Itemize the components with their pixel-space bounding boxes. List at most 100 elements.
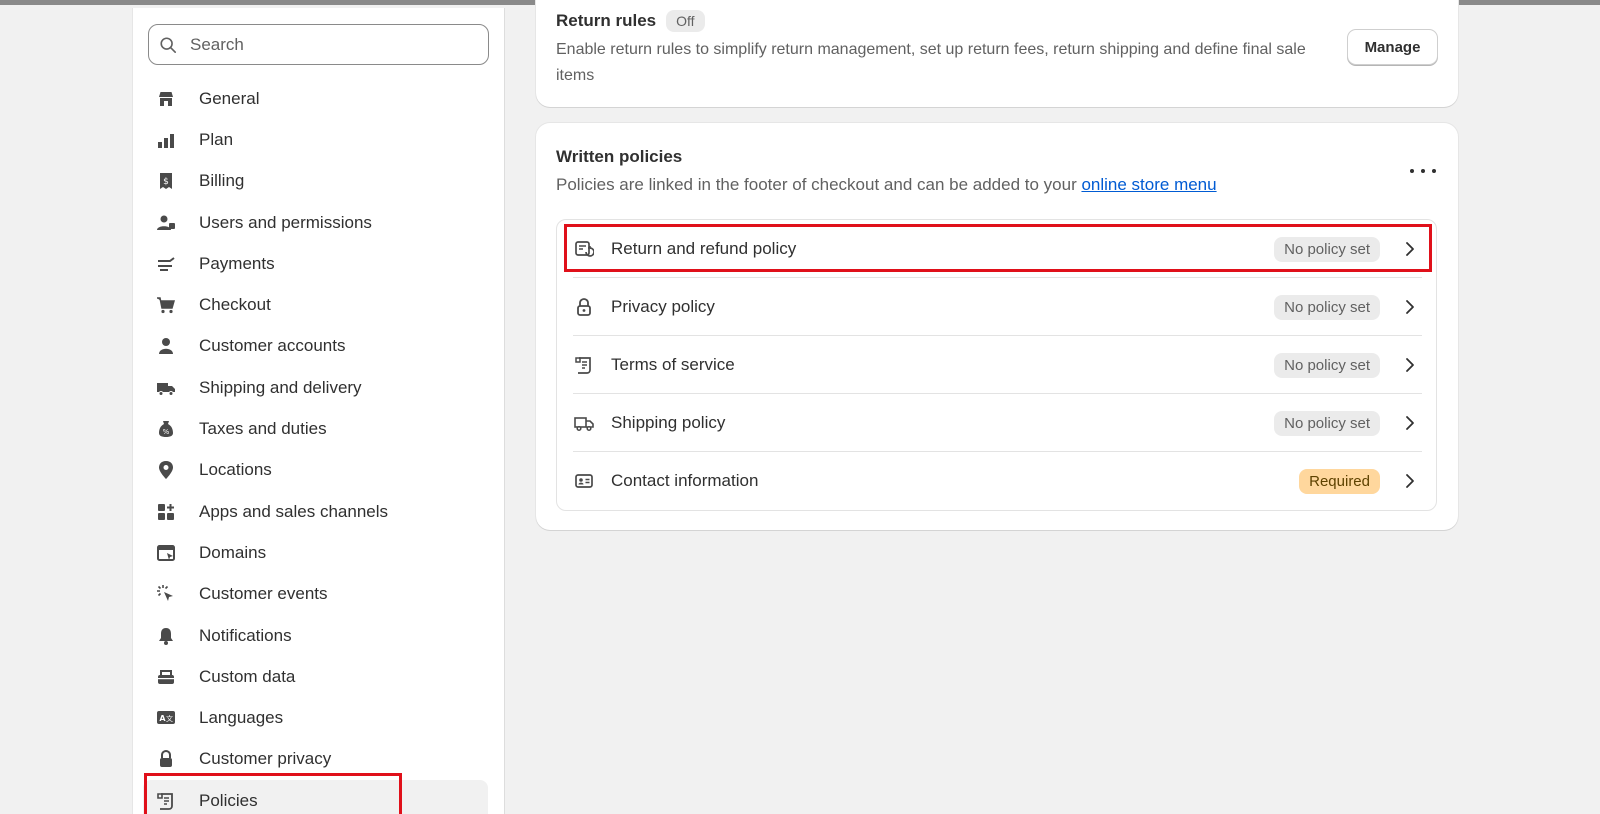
sidebar-item-custom-data[interactable]: Custom data (143, 656, 488, 697)
chevron-right-icon (1406, 358, 1414, 372)
sidebar-item-label: Customer events (199, 584, 328, 604)
return-icon (573, 238, 595, 260)
sidebar-item-policies[interactable]: Policies (143, 780, 488, 814)
contact-card-icon (573, 470, 595, 492)
return-rules-title-text: Return rules (556, 11, 657, 30)
policy-list: Return and refund policy No policy set P… (556, 219, 1437, 511)
online-store-menu-link[interactable]: online store menu (1081, 175, 1216, 194)
person-icon (155, 335, 177, 357)
sidebar-item-notifications[interactable]: Notifications (143, 615, 488, 656)
more-dot (1432, 169, 1436, 173)
users-icon (155, 212, 177, 234)
bell-icon (155, 625, 177, 647)
sidebar-item-label: General (199, 88, 260, 108)
return-rules-description: Enable return rules to simplify return m… (556, 41, 1306, 84)
language-icon: A文 (155, 707, 177, 729)
sidebar-item-users[interactable]: Users and permissions (143, 202, 488, 243)
policy-row-privacy[interactable]: Privacy policy No policy set (573, 278, 1422, 336)
status-badge: No policy set (1274, 352, 1380, 378)
status-badge: No policy set (1274, 410, 1380, 436)
sidebar-item-label: Payments (199, 253, 275, 273)
manage-button[interactable]: Manage (1347, 29, 1438, 65)
store-icon (155, 88, 177, 110)
sidebar-item-label: Notifications (199, 625, 292, 645)
status-badge: No policy set (1274, 294, 1380, 320)
sidebar-item-checkout[interactable]: Checkout (143, 284, 488, 325)
status-badge: Off (666, 10, 705, 32)
apps-icon (155, 501, 177, 523)
sidebar-item-label: Customer accounts (199, 336, 346, 356)
chevron-right-icon (1406, 300, 1414, 314)
billing-icon: $ (155, 170, 177, 192)
svg-text:%: % (163, 428, 170, 436)
return-rules-card: Return rules Off Enable return rules to … (536, 0, 1458, 107)
search-input[interactable] (190, 34, 470, 55)
policy-label: Privacy policy (611, 297, 715, 316)
sidebar-item-label: Checkout (199, 295, 271, 315)
sidebar-item-apps[interactable]: Apps and sales channels (143, 491, 488, 532)
sidebar-item-label: Customer privacy (199, 749, 332, 769)
sidebar-item-payments[interactable]: Payments (143, 243, 488, 284)
return-rules-title: Return rules Off (556, 10, 705, 32)
svg-text:文: 文 (166, 714, 173, 723)
policy-label: Return and refund policy (611, 239, 797, 258)
sidebar-item-customer-privacy[interactable]: Customer privacy (143, 739, 488, 780)
sidebar-item-label: Apps and sales channels (199, 501, 389, 521)
sidebar-item-label: Taxes and duties (199, 419, 327, 439)
location-icon (155, 459, 177, 481)
policy-row-shipping[interactable]: Shipping policy No policy set (573, 394, 1422, 452)
truck-icon (573, 412, 595, 434)
scroll-icon (573, 354, 595, 376)
policy-row-terms[interactable]: Terms of service No policy set (573, 336, 1422, 394)
database-icon (155, 666, 177, 688)
sidebar-item-label: Users and permissions (199, 212, 372, 232)
chevron-right-icon (1406, 416, 1414, 430)
sidebar-item-customer-accounts[interactable]: Customer accounts (143, 326, 488, 367)
sidebar-item-languages[interactable]: A文 Languages (143, 697, 488, 738)
truck-icon (155, 377, 177, 399)
description-text: Policies are linked in the footer of che… (556, 175, 1082, 194)
domains-icon (155, 542, 177, 564)
lock-icon (573, 296, 595, 318)
chevron-right-icon (1406, 242, 1414, 256)
sidebar-item-customer-events[interactable]: Customer events (143, 574, 488, 615)
written-policies-title: Written policies (556, 147, 683, 166)
sidebar-item-general[interactable]: General (143, 78, 488, 119)
payments-icon (155, 253, 177, 275)
sidebar-item-label: Locations (199, 460, 272, 480)
scroll-icon (155, 790, 177, 812)
cart-icon (155, 294, 177, 316)
policy-label: Terms of service (611, 355, 735, 374)
svg-text:$: $ (163, 177, 169, 187)
tax-icon: % (155, 418, 177, 440)
policy-label: Contact information (611, 471, 759, 490)
sidebar-item-label: Shipping and delivery (199, 377, 362, 397)
policy-row-return-refund[interactable]: Return and refund policy No policy set (573, 220, 1422, 278)
policy-label: Shipping policy (611, 413, 726, 432)
sidebar-item-label: Plan (199, 129, 234, 149)
sidebar-item-billing[interactable]: $ Billing (143, 161, 488, 202)
sidebar-item-domains[interactable]: Domains (143, 532, 488, 573)
more-dot (1421, 169, 1425, 173)
plan-icon (155, 129, 177, 151)
written-policies-description: Policies are linked in the footer of che… (556, 175, 1217, 195)
sidebar-item-label: Custom data (199, 666, 296, 686)
more-actions-button[interactable] (1410, 161, 1436, 181)
policy-row-contact[interactable]: Contact information Required (573, 452, 1422, 510)
status-badge: Required (1299, 468, 1380, 494)
sidebar-item-label: Languages (199, 708, 284, 728)
status-badge: No policy set (1274, 236, 1380, 262)
chevron-right-icon (1406, 474, 1414, 488)
written-policies-card: Written policies Policies are linked in … (536, 123, 1458, 530)
search-box[interactable] (148, 24, 489, 65)
settings-nav: General Plan $ Billing Users and permiss… (143, 78, 488, 814)
sidebar-item-plan[interactable]: Plan (143, 119, 488, 160)
sidebar-item-label: Policies (199, 790, 258, 810)
more-dot (1410, 169, 1414, 173)
lock-icon (155, 748, 177, 770)
sidebar-item-shipping[interactable]: Shipping and delivery (143, 367, 488, 408)
sidebar-item-taxes[interactable]: % Taxes and duties (143, 408, 488, 449)
settings-sidebar: General Plan $ Billing Users and permiss… (132, 8, 505, 814)
sidebar-item-locations[interactable]: Locations (143, 450, 488, 491)
sidebar-item-label: Domains (199, 542, 267, 562)
